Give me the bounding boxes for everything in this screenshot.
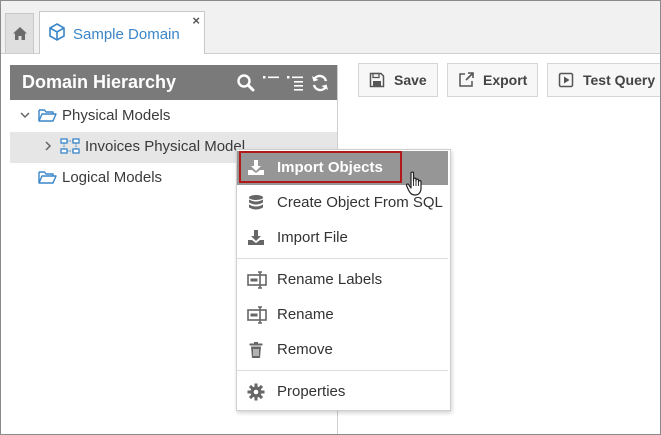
panel-title: Domain Hierarchy	[22, 72, 177, 92]
chevron-down-icon[interactable]	[19, 109, 31, 121]
chevron-right-icon[interactable]	[42, 140, 54, 152]
home-tab[interactable]	[5, 13, 34, 53]
tab-bar: Sample Domain ×	[1, 1, 660, 54]
save-button[interactable]: Save	[358, 63, 438, 97]
database-icon	[249, 195, 263, 210]
folder-open-icon	[38, 109, 57, 122]
tab-sample-domain[interactable]: Sample Domain ×	[39, 11, 205, 54]
test-query-label: Test Query	[583, 72, 656, 88]
test-query-button[interactable]: Test Query	[547, 63, 660, 97]
menu-item-import-file[interactable]: Import File	[237, 221, 448, 255]
menu-item-rename[interactable]: Rename	[237, 298, 448, 332]
tree-node-physical-models[interactable]: Physical Models	[10, 101, 337, 132]
panel-header: Domain Hierarchy	[10, 65, 337, 100]
gear-icon	[247, 383, 265, 401]
import-file-icon	[248, 230, 264, 245]
menu-item-remove[interactable]: Remove	[237, 333, 448, 367]
play-icon	[558, 72, 574, 88]
tab-label: Sample Domain	[73, 26, 180, 43]
tree-node-label: Physical Models	[62, 107, 171, 124]
rename-icon	[247, 306, 267, 324]
collapse-icon[interactable]	[261, 73, 281, 93]
save-label: Save	[394, 72, 427, 88]
menu-item-label: Rename Labels	[277, 271, 383, 288]
export-button[interactable]: Export	[447, 63, 538, 97]
home-icon	[12, 27, 27, 40]
close-tab-icon[interactable]: ×	[192, 13, 200, 28]
menu-divider	[237, 370, 448, 371]
menu-item-label: Remove	[277, 341, 333, 358]
menu-item-label: Properties	[277, 383, 346, 400]
tree-node-label: Logical Models	[62, 169, 163, 186]
menu-item-label: Rename	[277, 306, 334, 323]
search-icon[interactable]	[236, 73, 256, 93]
trash-icon	[249, 342, 263, 358]
menu-divider	[237, 258, 448, 259]
menu-item-properties[interactable]: Properties	[237, 375, 448, 409]
menu-item-rename-labels[interactable]: Rename Labels	[237, 263, 448, 297]
rename-labels-icon	[247, 271, 267, 289]
focus-highlight-outline	[239, 151, 402, 183]
domain-icon	[49, 23, 65, 41]
schema-icon	[60, 138, 80, 154]
app-window: Sample Domain × Domain Hierarchy Physica…	[0, 0, 661, 435]
export-icon	[459, 72, 474, 87]
refresh-icon[interactable]	[310, 73, 330, 93]
export-label: Export	[483, 72, 528, 88]
tree-node-label: Invoices Physical Model	[85, 138, 246, 155]
expand-icon[interactable]	[285, 73, 305, 93]
save-icon	[369, 72, 385, 88]
menu-item-label: Import File	[277, 229, 348, 246]
folder-open-icon	[38, 171, 57, 184]
hand-cursor-icon	[405, 171, 422, 196]
